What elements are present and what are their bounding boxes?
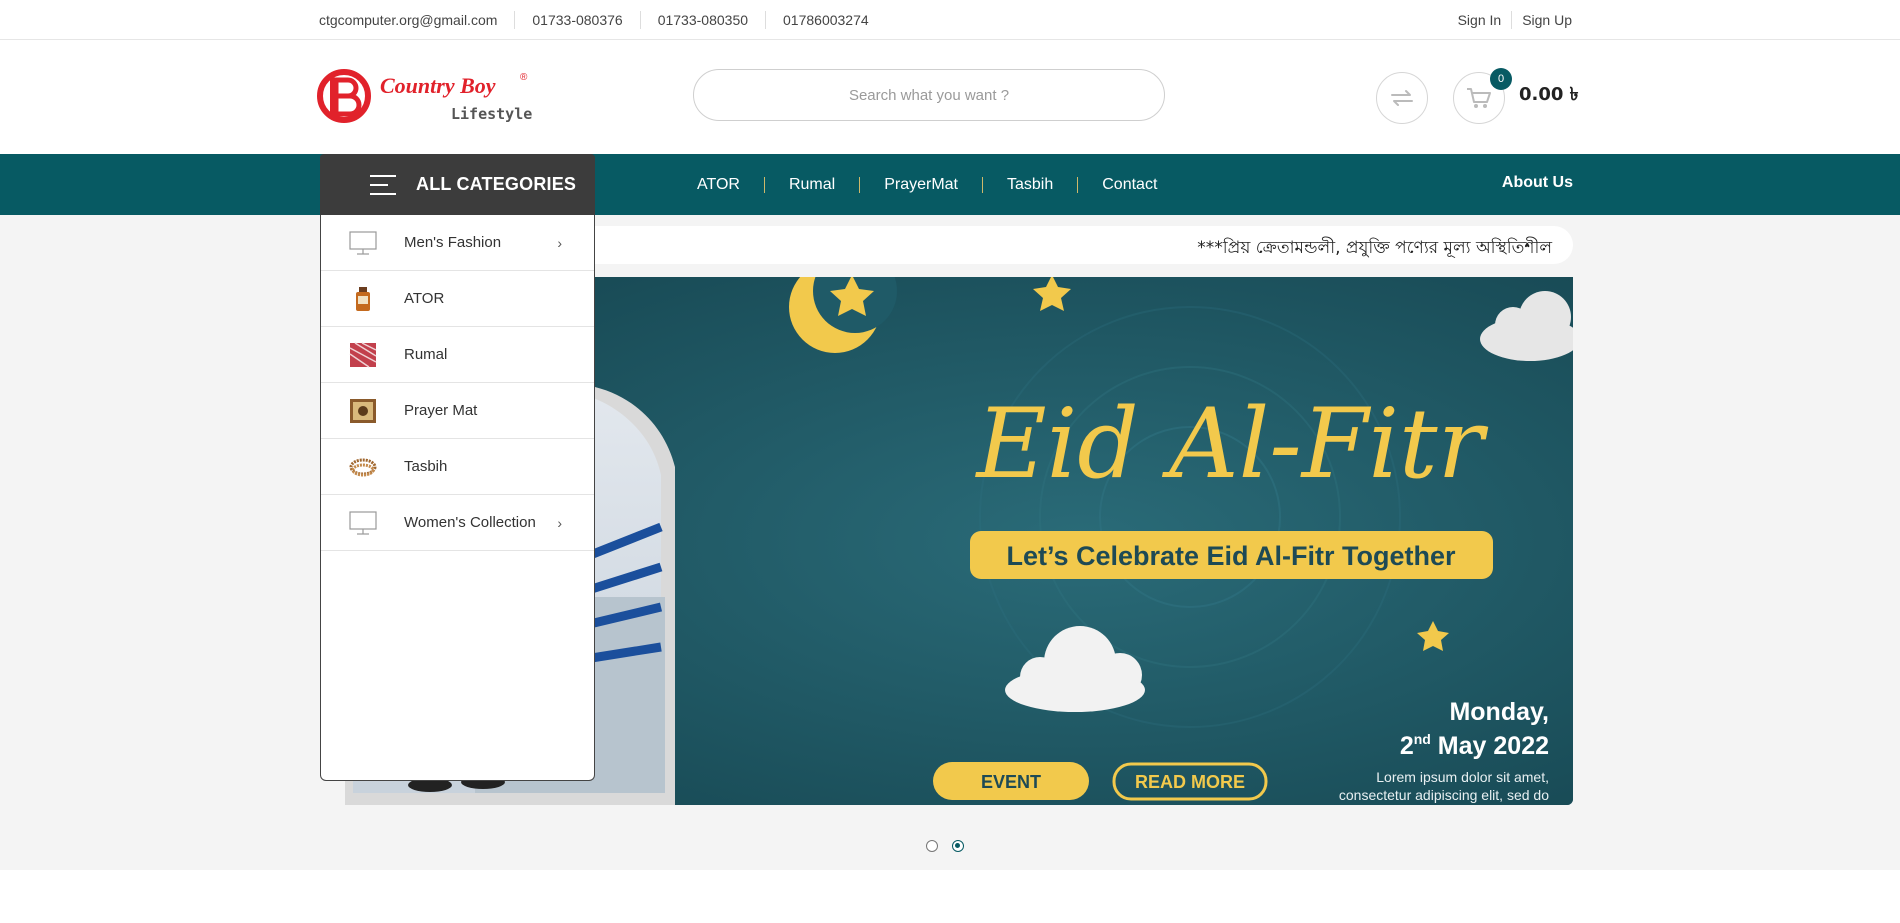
sign-in-link[interactable]: Sign In [1448,11,1512,29]
slider-dot-2[interactable] [952,840,964,852]
cart-total[interactable]: 0.00 ৳ [1519,80,1579,111]
notice-text: ***প্রিয় ক্রেতামন্ডলী, প্রযুক্তি পণ্যের… [1197,238,1552,258]
shopping-cart-icon [1467,88,1491,108]
read-more-button-label: READ MORE [1135,772,1245,792]
registered-mark: ® [520,72,528,83]
nav-link-ator[interactable]: ATOR [680,176,764,193]
event-button[interactable]: EVENT [933,762,1089,800]
banner-title: Eid Al-Fitr [975,388,1489,500]
nav-link-tasbih[interactable]: Tasbih [982,176,1077,193]
banner-date-weekday: Monday, [1449,698,1549,726]
category-label: Rumal [404,346,448,363]
brand-monogram-icon [317,69,371,123]
categories-dropdown: Men's Fashion › ATOR Rumal Prayer Mat Ta… [320,215,595,781]
contact-email[interactable]: ctgcomputer.org@gmail.com [319,11,514,29]
nav-links: ATOR Rumal PrayerMat Tasbih Contact [680,154,1181,215]
event-button-label: EVENT [981,772,1041,792]
all-categories-label: ALL CATEGORIES [416,174,577,194]
brand-tagline: Lifestyle [451,105,532,123]
contact-info: ctgcomputer.org@gmail.com 01733-080376 0… [319,0,886,39]
chevron-right-icon: › [557,514,562,531]
slider-pagination [926,840,964,852]
contact-phone-2[interactable]: 01733-080350 [639,10,765,29]
contact-phone-3[interactable]: 01786003274 [765,10,886,29]
compare-button[interactable] [1376,72,1428,124]
prayer-beads-icon [349,458,377,477]
search-input[interactable] [693,69,1165,121]
sign-up-link[interactable]: Sign Up [1511,10,1572,29]
site-header: Country Boy ® Lifestyle 0 0.00 ৳ [0,40,1900,154]
prayer-mat-icon [350,399,376,423]
chevron-right-icon: › [557,234,562,251]
cart-count-badge: 0 [1490,68,1512,90]
contact-phone-1[interactable]: 01733-080376 [514,10,639,29]
banner-subtitle: Let’s Celebrate Eid Al-Fitr Together [1006,541,1456,571]
banner-lorem-line-1: Lorem ipsum dolor sit amet, [1376,769,1549,785]
category-label: Prayer Mat [404,402,478,419]
all-categories-toggle[interactable]: ALL CATEGORIES [320,154,595,215]
brand-name: Country Boy [380,73,496,98]
scarf-icon [349,342,377,368]
category-item-mens-fashion[interactable]: Men's Fashion › [321,215,594,271]
brand-logo[interactable]: Country Boy ® Lifestyle [316,66,536,126]
category-label: ATOR [404,290,445,307]
compare-arrows-icon [1391,90,1413,106]
slider-dot-1[interactable] [926,840,938,852]
category-label: Women's Collection [404,514,536,531]
nav-link-prayermat[interactable]: PrayerMat [859,176,982,193]
category-item-rumal[interactable]: Rumal [321,327,594,383]
hamburger-menu-icon [370,174,396,195]
category-item-ator[interactable]: ATOR [321,271,594,327]
category-label: Tasbih [404,458,448,475]
account-links: Sign In Sign Up [1448,0,1572,39]
category-item-womens-collection[interactable]: Women's Collection › [321,495,594,551]
top-bar: ctgcomputer.org@gmail.com 01733-080376 0… [0,0,1900,40]
category-label: Men's Fashion [404,234,502,251]
banner-lorem-line-2: consectetur adipiscing elit, sed do [1339,787,1549,803]
nav-link-about-us[interactable]: About Us [1502,174,1573,192]
monitor-icon [349,511,377,535]
notice-marquee: ***প্রিয় ক্রেতামন্ডলী, প্রযুক্তি পণ্যের… [594,226,1573,264]
nav-link-contact[interactable]: Contact [1077,176,1181,193]
category-item-prayer-mat[interactable]: Prayer Mat [321,383,594,439]
perfume-bottle-icon [356,287,370,311]
monitor-icon [349,231,377,255]
category-item-tasbih[interactable]: Tasbih [321,439,594,495]
nav-link-rumal[interactable]: Rumal [763,176,859,193]
